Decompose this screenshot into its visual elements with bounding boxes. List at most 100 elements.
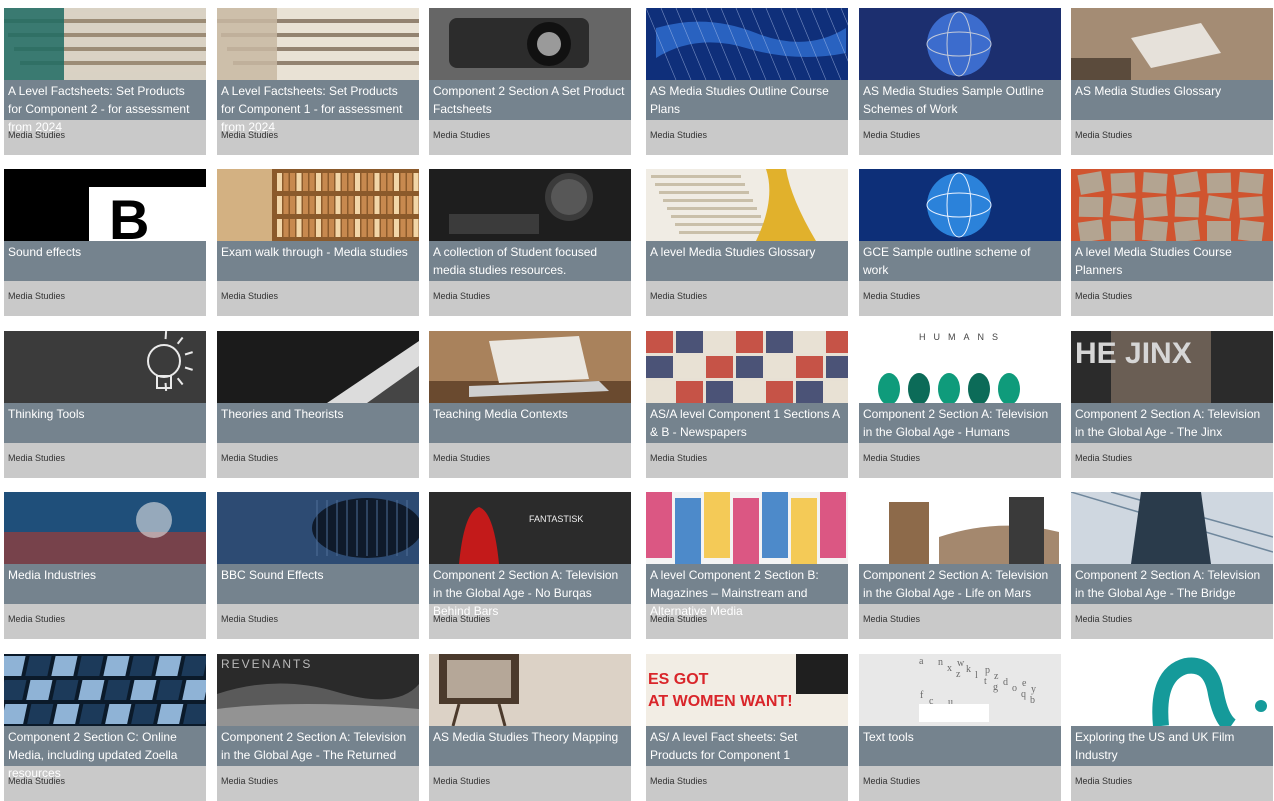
card-thumbnail[interactable]: HE JINX	[1071, 331, 1273, 403]
resource-card[interactable]: FANTASTISK Component 2 Section A: Televis…	[429, 492, 631, 639]
card-thumbnail[interactable]	[859, 169, 1061, 241]
card-title-text: A level Media Studies Course Planners	[1075, 245, 1232, 277]
card-title[interactable]: Theories and Theorists	[217, 403, 419, 443]
card-title-text: Component 2 Section A: Television in the…	[1075, 407, 1261, 439]
card-thumbnail[interactable]	[217, 492, 419, 564]
card-thumbnail[interactable]	[859, 492, 1061, 564]
resource-card[interactable]: A Level Factsheets: Set Products for Com…	[217, 8, 419, 155]
card-thumbnail[interactable]	[4, 331, 206, 403]
resource-card[interactable]: ES GOT AT WOMEN WANT! AS/ A level Fact she…	[646, 654, 848, 801]
card-thumbnail[interactable]	[4, 654, 206, 726]
resource-card[interactable]: A level Media Studies Course Planners Med…	[1071, 169, 1273, 316]
card-thumbnail[interactable]	[429, 331, 631, 403]
card-thumbnail[interactable]	[1071, 169, 1273, 241]
card-title[interactable]: AS Media Studies Glossary	[1071, 80, 1273, 120]
card-thumbnail[interactable]	[217, 331, 419, 403]
resource-card[interactable]: A level Media Studies Glossary Media Stud…	[646, 169, 848, 316]
resource-card[interactable]: A Level Factsheets: Set Products for Com…	[4, 8, 206, 155]
card-thumbnail[interactable]	[646, 331, 848, 403]
card-title[interactable]: Component 2 Section A Set Product Factsh…	[429, 80, 631, 120]
card-title[interactable]: A collection of Student focused media st…	[429, 241, 631, 281]
resource-card[interactable]: a z g b x t q n l o c k d f w z y u p e Text tools Media Stud…	[859, 654, 1061, 801]
card-title[interactable]: Teaching Media Contexts	[429, 403, 631, 443]
card-title[interactable]: A Level Factsheets: Set Products for Com…	[217, 80, 419, 134]
card-thumbnail[interactable]	[429, 169, 631, 241]
card-thumbnail[interactable]: HUMANS	[859, 331, 1061, 403]
card-thumbnail[interactable]: REVENANTS	[217, 654, 419, 726]
card-thumbnail[interactable]: B	[4, 169, 206, 241]
card-thumbnail[interactable]	[429, 654, 631, 726]
card-title[interactable]: Component 2 Section A: Television in the…	[859, 403, 1061, 443]
card-subject: Media Studies	[863, 291, 921, 301]
resource-card[interactable]: Component 2 Section A Set Product Factsh…	[429, 8, 631, 155]
svg-text:k: k	[966, 664, 971, 675]
card-title[interactable]: Exploring the US and UK Film Industry	[1071, 726, 1273, 766]
card-title[interactable]: A level Component 2 Section B: Magazines…	[646, 564, 848, 618]
resource-card[interactable]: Component 2 Section A: Television in the…	[859, 492, 1061, 639]
card-title[interactable]: Text tools	[859, 726, 1061, 766]
card-subject: Media Studies	[221, 291, 279, 301]
card-title[interactable]: AS/A level Component 1 Sections A & B - …	[646, 403, 848, 443]
card-title[interactable]: Component 2 Section A: Television in the…	[217, 726, 419, 766]
resource-card[interactable]: B Sound effects Media Studies	[4, 169, 206, 316]
card-title[interactable]: A level Media Studies Course Planners	[1071, 241, 1273, 281]
resource-card[interactable]: A collection of Student focused media st…	[429, 169, 631, 316]
card-title[interactable]: Thinking Tools	[4, 403, 206, 443]
card-thumbnail[interactable]: ES GOT AT WOMEN WANT!	[646, 654, 848, 726]
card-title[interactable]: Component 2 Section A: Television in the…	[429, 564, 631, 618]
card-title[interactable]: A Level Factsheets: Set Products for Com…	[4, 80, 206, 134]
card-thumbnail[interactable]	[646, 492, 848, 564]
card-title[interactable]: Sound effects	[4, 241, 206, 281]
resource-card[interactable]: Exploring the US and UK Film Industry Med…	[1071, 654, 1273, 801]
card-title[interactable]: BBC Sound Effects	[217, 564, 419, 604]
card-title[interactable]: AS Media Studies Theory Mapping	[429, 726, 631, 766]
resource-card[interactable]: AS Media Studies Theory Mapping Media Stu…	[429, 654, 631, 801]
card-title[interactable]: Exam walk through - Media studies	[217, 241, 419, 281]
card-thumbnail[interactable]	[217, 8, 419, 80]
resource-card[interactable]: Media Industries Media Studies	[4, 492, 206, 639]
card-thumbnail[interactable]	[859, 8, 1061, 80]
card-title[interactable]: A level Media Studies Glossary	[646, 241, 848, 281]
card-title[interactable]: Component 2 Section A: Television in the…	[1071, 564, 1273, 604]
card-title[interactable]: Component 2 Section A: Television in the…	[1071, 403, 1273, 443]
svg-text:x: x	[947, 663, 952, 674]
card-title[interactable]: AS/ A level Fact sheets: Set Products fo…	[646, 726, 848, 766]
card-thumbnail[interactable]: FANTASTISK	[429, 492, 631, 564]
card-title[interactable]: AS Media Studies Outline Course Plans	[646, 80, 848, 120]
resource-card[interactable]: BBC Sound Effects Media Studies	[217, 492, 419, 639]
card-thumbnail[interactable]	[646, 8, 848, 80]
card-subject: Media Studies	[863, 776, 921, 786]
resource-card[interactable]: AS/A level Component 1 Sections A & B - …	[646, 331, 848, 478]
card-thumbnail[interactable]	[646, 169, 848, 241]
card-title[interactable]: Media Industries	[4, 564, 206, 604]
resource-card[interactable]: HE JINX Component 2 Section A: Television…	[1071, 331, 1273, 478]
card-thumbnail[interactable]	[217, 169, 419, 241]
resource-card[interactable]: Theories and Theorists Media Studies	[217, 331, 419, 478]
card-thumbnail[interactable]	[1071, 492, 1273, 564]
resource-card[interactable]: Teaching Media Contexts Media Studies	[429, 331, 631, 478]
card-title[interactable]: Component 2 Section C: Online Media, inc…	[4, 726, 206, 780]
svg-text:d: d	[1003, 677, 1008, 688]
card-thumbnail[interactable]	[4, 8, 206, 80]
card-thumbnail[interactable]	[1071, 654, 1273, 726]
resource-card[interactable]: Component 2 Section C: Online Media, inc…	[4, 654, 206, 801]
resource-card[interactable]: Thinking Tools Media Studies	[4, 331, 206, 478]
resource-card[interactable]: REVENANTS Component 2 Section A: Televisi…	[217, 654, 419, 801]
resource-card[interactable]: AS Media Studies Outline Course Plans Med…	[646, 8, 848, 155]
card-thumbnail[interactable]	[429, 8, 631, 80]
card-title[interactable]: Component 2 Section A: Television in the…	[859, 564, 1061, 604]
card-title[interactable]: AS Media Studies Sample Outline Schemes …	[859, 80, 1061, 120]
card-thumbnail[interactable]	[1071, 8, 1273, 80]
resource-card[interactable]: HUMANS Component 2 Section A: Television …	[859, 331, 1061, 478]
resource-card[interactable]: Component 2 Section A: Television in the…	[1071, 492, 1273, 639]
card-thumbnail[interactable]: azgbxtqnlockdfwzyupe	[859, 654, 1061, 726]
card-subject: Media Studies	[433, 776, 491, 786]
card-title[interactable]: GCE Sample outline scheme of work	[859, 241, 1061, 281]
resource-card[interactable]: AS Media Studies Sample Outline Schemes …	[859, 8, 1061, 155]
resource-card[interactable]: AS Media Studies Glossary Media Studies	[1071, 8, 1273, 155]
resource-card[interactable]: GCE Sample outline scheme of work Media S…	[859, 169, 1061, 316]
resource-card[interactable]: A level Component 2 Section B: Magazines…	[646, 492, 848, 639]
resource-card[interactable]: Exam walk through - Media studies Media S…	[217, 169, 419, 316]
card-thumbnail[interactable]	[4, 492, 206, 564]
card-title-text: Component 2 Section C: Online Media, inc…	[8, 730, 178, 780]
